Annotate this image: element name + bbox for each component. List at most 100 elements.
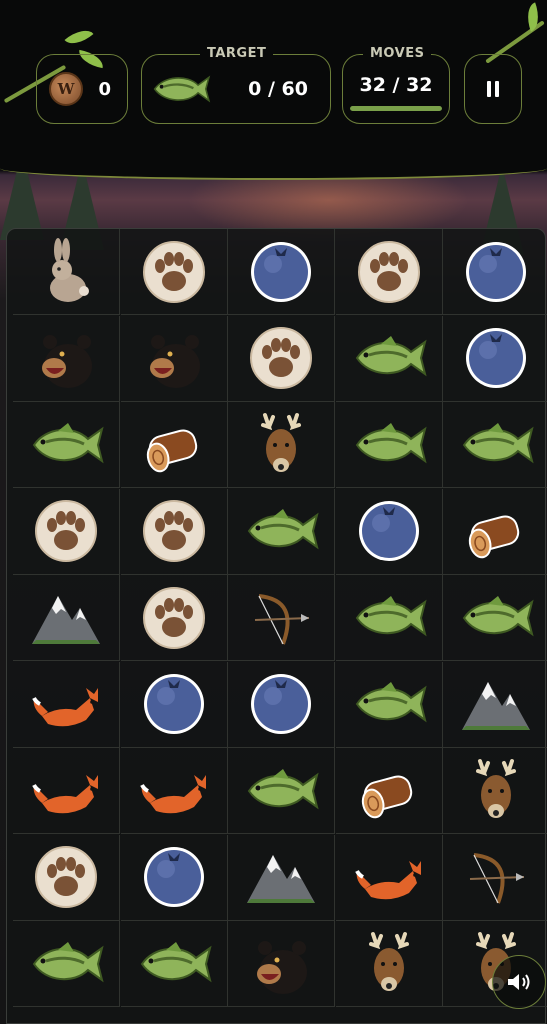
blueberry-icon [143, 847, 204, 907]
target-label: TARGET [200, 46, 274, 61]
bow-icon [254, 593, 310, 645]
blueberry-icon [251, 241, 311, 302]
paw-icon [250, 327, 312, 389]
board-tile[interactable] [335, 921, 443, 1007]
speaker-icon [508, 974, 530, 990]
board-tile[interactable] [120, 229, 228, 315]
board-tile[interactable] [13, 315, 120, 402]
board-tile[interactable] [335, 834, 443, 921]
fish-icon [355, 682, 427, 723]
board-tile[interactable] [120, 402, 228, 488]
fish-icon [355, 336, 427, 377]
board-tile[interactable] [443, 489, 547, 575]
board-tile[interactable] [120, 488, 228, 575]
board-tile[interactable] [228, 834, 335, 921]
board-tile[interactable] [443, 748, 547, 834]
board-tile[interactable] [13, 402, 120, 488]
board-tile[interactable] [13, 488, 120, 575]
paw-icon [35, 500, 97, 562]
game-board [6, 228, 547, 1024]
blueberry-icon [466, 241, 526, 302]
board-tile[interactable] [228, 575, 335, 661]
fox-icon [32, 774, 98, 813]
bear-icon [257, 940, 307, 994]
board-tile[interactable] [13, 921, 120, 1007]
deer-icon [368, 931, 409, 991]
paw-icon [142, 586, 205, 649]
board-tile[interactable] [228, 661, 335, 748]
fox-icon [354, 861, 421, 900]
fox-icon [139, 774, 206, 813]
board-tile[interactable] [335, 748, 443, 834]
paw-icon [142, 500, 205, 562]
fish-icon [32, 422, 104, 463]
mountain-icon [462, 682, 530, 730]
fish-icon [462, 422, 534, 463]
target-progress: 0 / 60 [248, 78, 308, 100]
board-tile[interactable] [228, 921, 335, 1007]
coin-count: 0 [98, 78, 111, 100]
blueberry-icon [358, 501, 419, 561]
board-tile[interactable] [443, 662, 547, 748]
top-hud: W 0 TARGET 0 / 60 MOVES 32 / 32 [0, 0, 547, 180]
bear-icon [149, 335, 200, 388]
log-icon [468, 515, 520, 559]
bow-icon [469, 853, 525, 904]
blueberry-icon [251, 674, 311, 734]
board-tile[interactable] [228, 748, 335, 834]
board-tile[interactable] [443, 835, 547, 921]
fish-icon [355, 422, 427, 463]
fish-icon [247, 768, 319, 809]
log-icon [146, 428, 197, 472]
board-tile[interactable] [13, 748, 120, 834]
board-tile[interactable] [13, 834, 120, 921]
fish-icon [140, 941, 212, 982]
board-tile[interactable] [228, 315, 335, 402]
board-tile[interactable] [13, 229, 120, 315]
fish-icon [355, 595, 427, 636]
board-tile[interactable] [335, 229, 443, 315]
board-tile[interactable] [443, 402, 547, 488]
paw-icon [35, 846, 97, 908]
deer-icon [261, 412, 301, 472]
board-tile[interactable] [228, 402, 335, 488]
moves-progress-fill [350, 105, 442, 111]
board-tile[interactable] [120, 661, 228, 748]
paw-icon [357, 240, 420, 303]
board-tile[interactable] [443, 575, 547, 661]
board-tile[interactable] [228, 229, 335, 315]
deer-icon [476, 758, 516, 818]
board-tile[interactable] [443, 316, 547, 402]
board-tile[interactable] [335, 575, 443, 661]
sound-button[interactable] [492, 955, 546, 1009]
board-tile[interactable] [335, 661, 443, 748]
rabbit-icon [50, 237, 89, 302]
coin-counter: W 0 [36, 54, 128, 124]
board-tile[interactable] [335, 488, 443, 575]
board-tile[interactable] [13, 575, 120, 661]
board-tile[interactable] [120, 834, 228, 921]
moves-count: 32 / 32 [359, 73, 433, 96]
coin-letter: W [57, 80, 75, 98]
board-tile[interactable] [120, 315, 228, 402]
board-tile[interactable] [120, 748, 228, 834]
coin-icon: W [49, 72, 83, 106]
moves-label: MOVES [363, 46, 432, 61]
paw-icon [142, 240, 205, 303]
fish-icon [32, 941, 104, 982]
leaf-decoration [64, 23, 94, 51]
board-tile[interactable] [13, 661, 120, 748]
board-tile[interactable] [443, 229, 547, 315]
board-tile[interactable] [120, 575, 228, 661]
target-panel: TARGET 0 / 60 [141, 46, 331, 124]
mountain-icon [32, 595, 100, 644]
board-tile[interactable] [120, 921, 228, 1007]
log-icon [361, 774, 412, 818]
pause-icon [487, 81, 499, 97]
pause-button[interactable] [464, 54, 522, 124]
board-tile[interactable] [335, 402, 443, 488]
board-tile[interactable] [335, 315, 443, 402]
bear-icon [42, 335, 92, 388]
moves-panel: MOVES 32 / 32 [342, 46, 450, 124]
board-tile[interactable] [228, 488, 335, 575]
